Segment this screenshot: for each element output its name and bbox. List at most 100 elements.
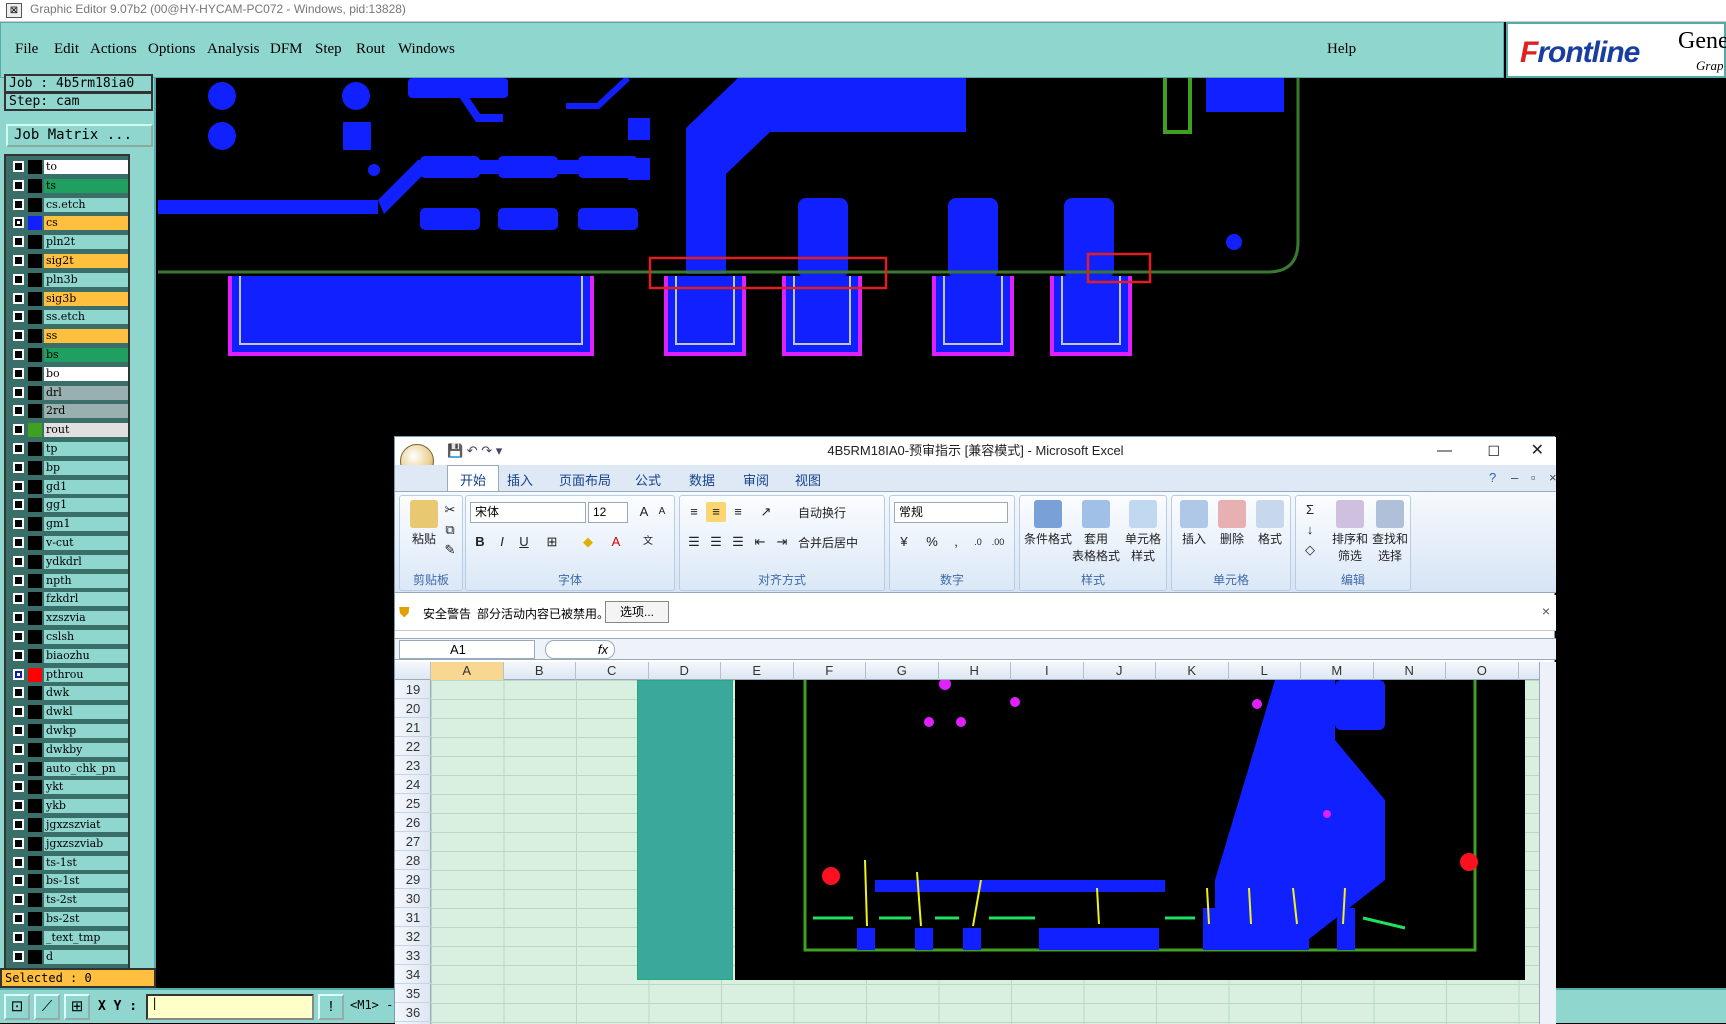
column-header[interactable]: H: [939, 662, 1011, 680]
align-middle-icon[interactable]: ≡: [706, 502, 726, 522]
layer-row[interactable]: d: [8, 949, 128, 964]
layer-name[interactable]: d: [44, 949, 128, 964]
shrink-font-icon[interactable]: A: [652, 502, 672, 522]
pcb-canvas[interactable]: [158, 78, 1726, 438]
layer-checkbox[interactable]: [13, 931, 24, 943]
menu-step[interactable]: Step: [315, 41, 342, 58]
layer-name[interactable]: ss.etch: [44, 310, 128, 325]
layer-row[interactable]: bs-2st: [8, 912, 128, 926]
layer-row[interactable]: _text_tmp: [8, 930, 128, 945]
layer-checkbox[interactable]: [13, 443, 24, 454]
fx-button[interactable]: fx: [545, 640, 615, 659]
row-header[interactable]: 34: [395, 965, 431, 984]
increase-decimal-icon[interactable]: .0: [968, 532, 988, 552]
tab-review[interactable]: 审阅: [743, 470, 769, 489]
row-header[interactable]: 20: [395, 699, 431, 718]
job-matrix-button[interactable]: Job Matrix ...: [6, 124, 153, 147]
autosum-icon[interactable]: Σ: [1300, 500, 1320, 520]
row-header[interactable]: 24: [395, 775, 431, 794]
menu-actions[interactable]: Actions: [90, 41, 137, 58]
format-cells-button[interactable]: 格式: [1252, 500, 1288, 547]
number-format-select[interactable]: 常规: [894, 502, 1008, 523]
layer-name[interactable]: biaozhu: [44, 648, 128, 663]
row-header[interactable]: 35: [395, 984, 431, 1003]
indent-decrease-icon[interactable]: ⇤: [750, 532, 770, 552]
layer-row[interactable]: to: [8, 160, 128, 174]
layer-name[interactable]: dwkl: [44, 705, 128, 720]
row-header[interactable]: 29: [395, 870, 431, 889]
percent-icon[interactable]: %: [922, 532, 942, 552]
layer-name[interactable]: v-cut: [44, 536, 128, 550]
layer-name[interactable]: bo: [44, 366, 128, 381]
find-select-button[interactable]: 查找和 选择: [1370, 500, 1410, 564]
layer-row[interactable]: dwkp: [8, 724, 128, 738]
layer-name[interactable]: _text_tmp: [44, 930, 128, 945]
menu-options[interactable]: Options: [148, 41, 196, 58]
layer-checkbox[interactable]: [13, 217, 24, 229]
row-header[interactable]: 32: [395, 927, 431, 946]
align-center-icon[interactable]: ☰: [706, 532, 726, 552]
layer-checkbox[interactable]: [13, 762, 24, 774]
layer-name[interactable]: pthrou: [44, 667, 128, 682]
layer-checkbox[interactable]: [13, 236, 24, 248]
underline-button[interactable]: U: [514, 532, 534, 552]
layer-row[interactable]: bp: [8, 460, 128, 475]
paste-button[interactable]: 粘贴: [406, 500, 442, 547]
format-painter-icon[interactable]: ✎: [440, 540, 460, 560]
layer-name[interactable]: gd1: [44, 479, 128, 494]
layer-name[interactable]: dwkby: [44, 742, 128, 757]
layer-row[interactable]: ts: [8, 178, 128, 193]
minimize-button[interactable]: —: [1437, 437, 1452, 465]
layer-name[interactable]: dwk: [44, 686, 128, 701]
layer-checkbox[interactable]: [13, 800, 24, 812]
row-header[interactable]: 27: [395, 832, 431, 851]
layer-checkbox[interactable]: [13, 311, 24, 323]
layer-checkbox[interactable]: [13, 743, 24, 755]
layer-checkbox[interactable]: [13, 273, 24, 285]
row-header[interactable]: 30: [395, 889, 431, 908]
comma-icon[interactable]: ,: [946, 532, 966, 552]
tab-data[interactable]: 数据: [689, 470, 715, 489]
layer-name[interactable]: bp: [44, 460, 128, 475]
layer-name[interactable]: bs-1st: [44, 874, 128, 889]
clear-icon[interactable]: ◇: [1300, 540, 1320, 560]
layer-name[interactable]: pln3b: [44, 272, 128, 287]
vertical-scrollbar[interactable]: [1539, 662, 1556, 1024]
layer-name[interactable]: sig2t: [44, 254, 128, 268]
layer-row[interactable]: ts-2st: [8, 893, 128, 908]
copy-icon[interactable]: ⧉: [440, 520, 460, 540]
layer-checkbox[interactable]: [13, 480, 24, 492]
layer-row[interactable]: ts-1st: [8, 855, 128, 870]
layer-row[interactable]: 2rd: [8, 404, 128, 419]
quick-access-toolbar[interactable]: 💾 ↶ ↷ ▾: [447, 437, 502, 465]
xy-input[interactable]: |: [146, 994, 314, 1020]
layer-row[interactable]: drl: [8, 385, 128, 400]
layer-row[interactable]: pln2t: [8, 235, 128, 250]
layer-name[interactable]: drl: [44, 385, 128, 400]
layer-checkbox[interactable]: [13, 612, 24, 624]
bold-button[interactable]: B: [470, 532, 490, 552]
row-header[interactable]: 22: [395, 737, 431, 756]
indent-increase-icon[interactable]: ⇥: [772, 532, 792, 552]
layer-checkbox[interactable]: [13, 819, 24, 830]
layer-row[interactable]: cslsh: [8, 630, 128, 644]
fill-icon[interactable]: ↓: [1300, 520, 1320, 540]
layer-name[interactable]: xzszvia: [44, 611, 128, 626]
layer-row[interactable]: dwkby: [8, 742, 128, 757]
tab-formulas[interactable]: 公式: [635, 470, 661, 489]
layer-name[interactable]: gg1: [44, 498, 128, 513]
row-header[interactable]: 21: [395, 718, 431, 737]
row-header[interactable]: 19: [395, 680, 431, 699]
layer-row[interactable]: v-cut: [8, 536, 128, 550]
italic-button[interactable]: I: [492, 532, 512, 552]
layer-checkbox[interactable]: [13, 499, 24, 511]
zoom-tool-button[interactable]: ⊡: [4, 994, 30, 1020]
menu-help[interactable]: Help: [1327, 41, 1356, 58]
menu-windows[interactable]: Windows: [398, 41, 455, 58]
column-header[interactable]: I: [1011, 662, 1084, 680]
layer-row[interactable]: biaozhu: [8, 648, 128, 663]
menu-rout[interactable]: Rout: [356, 41, 385, 58]
layer-name[interactable]: npth: [44, 573, 128, 588]
layer-name[interactable]: cslsh: [44, 630, 128, 644]
layer-row[interactable]: cs.etch: [8, 197, 128, 212]
